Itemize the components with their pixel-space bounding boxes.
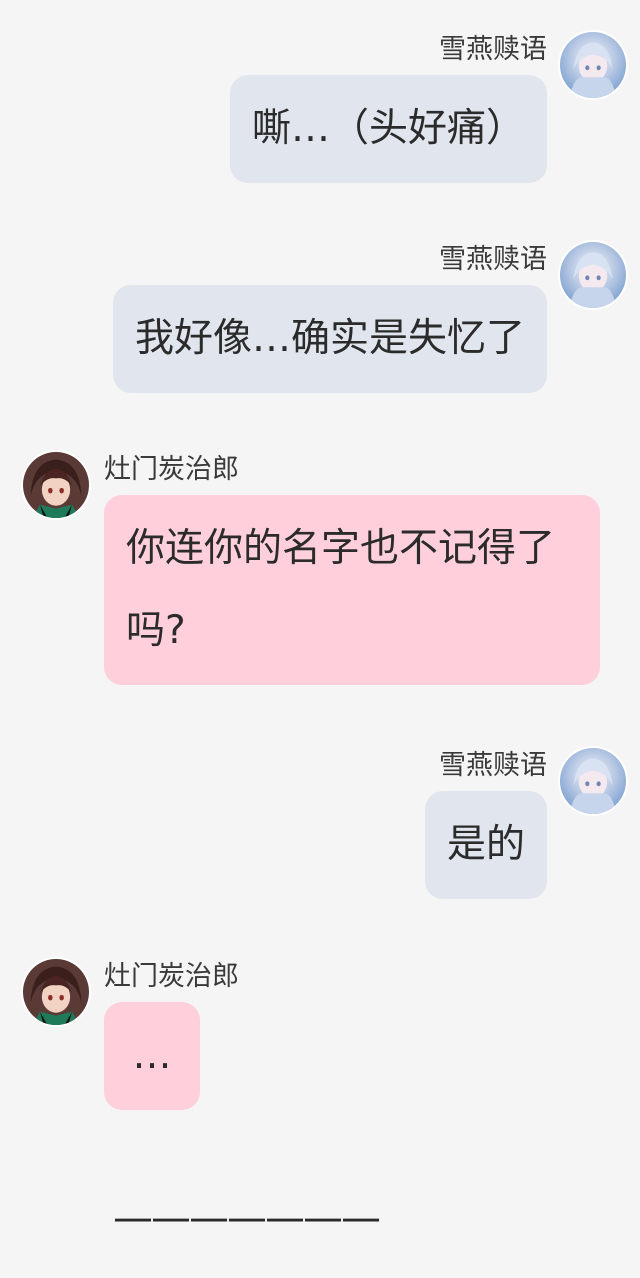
anime-girl-avatar-icon[interactable]: [558, 746, 628, 816]
sender-name: 雪燕赎语: [439, 34, 547, 65]
tanjiro-avatar-icon[interactable]: [21, 957, 91, 1027]
message-bubble[interactable]: 是的: [424, 791, 547, 899]
message-bubble[interactable]: 嘶…（头好痛）: [229, 75, 547, 183]
tanjiro-avatar-icon[interactable]: [21, 450, 91, 520]
sender-name: 雪燕赎语: [439, 244, 547, 275]
sender-name: 灶门炭治郎: [104, 454, 239, 485]
message-bubble[interactable]: …: [104, 1002, 200, 1110]
divider-line: ———————: [113, 1195, 381, 1241]
message-bubble[interactable]: 我好像…确实是失忆了: [112, 285, 547, 393]
message-bubble[interactable]: 你连你的名字也不记得了吗?: [104, 495, 600, 685]
anime-girl-avatar-icon[interactable]: [558, 240, 628, 310]
sender-name: 灶门炭治郎: [104, 961, 239, 992]
sender-name: 雪燕赎语: [439, 750, 547, 781]
anime-girl-avatar-icon[interactable]: [558, 30, 628, 100]
